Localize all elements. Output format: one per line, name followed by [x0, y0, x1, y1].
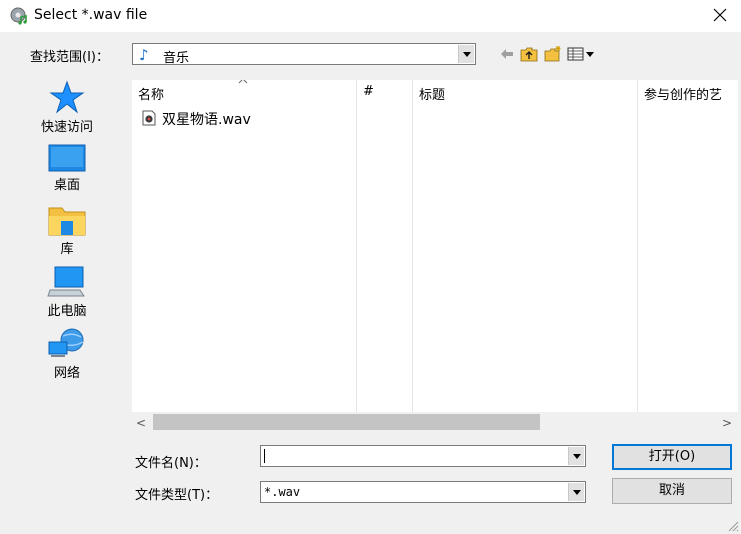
resize-grip-icon[interactable]: [725, 518, 739, 532]
column-header-title[interactable]: 标题: [419, 84, 445, 103]
place-this-pc[interactable]: 此电脑: [30, 266, 104, 319]
place-label: 网络: [53, 366, 80, 381]
column-divider[interactable]: [637, 80, 638, 412]
filename-dropdown-button[interactable]: [568, 447, 584, 465]
column-divider[interactable]: [356, 80, 357, 412]
column-divider[interactable]: [412, 80, 413, 412]
place-label: 此电脑: [47, 304, 87, 319]
filetype-value: *.wav: [264, 485, 301, 499]
file-list[interactable]: 名称 # 标题 参与创作的艺 双星物语.wav: [132, 80, 738, 412]
place-desktop[interactable]: 桌面: [30, 144, 104, 193]
filename-label: 文件名(N)：: [135, 456, 207, 471]
place-label: 桌面: [53, 178, 80, 193]
column-header-artists[interactable]: 参与创作的艺: [644, 84, 722, 103]
close-icon[interactable]: [709, 4, 731, 26]
horizontal-scrollbar[interactable]: < >: [132, 412, 738, 432]
star-icon: [49, 80, 85, 114]
new-folder-icon[interactable]: [544, 45, 562, 62]
title-bar[interactable]: Select *.wav file: [0, 0, 741, 32]
scroll-right-icon[interactable]: >: [722, 416, 732, 430]
filetype-dropdown-button[interactable]: [568, 483, 584, 501]
window-title: Select *.wav file: [34, 7, 148, 23]
column-header-name[interactable]: 名称: [138, 84, 164, 103]
filename-input[interactable]: [260, 445, 586, 467]
view-menu-icon[interactable]: [567, 47, 595, 61]
lookin-label: 查找范围(I)：: [30, 50, 109, 65]
sort-ascending-icon: [238, 80, 248, 84]
place-library[interactable]: 库: [30, 204, 104, 257]
place-quick-access[interactable]: 快速访问: [30, 80, 104, 135]
lookin-dropdown-button[interactable]: [458, 45, 474, 63]
place-label: 快速访问: [40, 120, 93, 135]
music-note-icon: ♪: [139, 46, 149, 64]
filetype-select[interactable]: *.wav: [260, 481, 586, 503]
file-name: 双星物语.wav: [162, 112, 251, 128]
up-folder-icon[interactable]: [520, 46, 538, 62]
place-label: 库: [60, 242, 74, 257]
network-icon: [48, 328, 84, 357]
column-header-number[interactable]: #: [363, 84, 374, 99]
cancel-button[interactable]: 取消: [612, 478, 732, 504]
library-folder-icon: [48, 207, 86, 236]
scroll-left-icon[interactable]: <: [136, 416, 146, 430]
audio-file-icon: [142, 110, 156, 126]
app-icon: [10, 7, 27, 25]
filetype-label: 文件类型(T)：: [135, 488, 219, 503]
computer-icon: [47, 266, 85, 297]
text-caret: [264, 449, 265, 463]
open-button[interactable]: 打开(O): [612, 444, 732, 470]
desktop-icon: [48, 144, 86, 172]
place-network[interactable]: 网络: [30, 328, 104, 381]
back-arrow-icon[interactable]: [500, 48, 514, 60]
lookin-combobox[interactable]: ♪ 音乐: [132, 43, 476, 66]
lookin-value: 音乐: [163, 51, 190, 66]
scrollbar-thumb[interactable]: [153, 414, 540, 430]
